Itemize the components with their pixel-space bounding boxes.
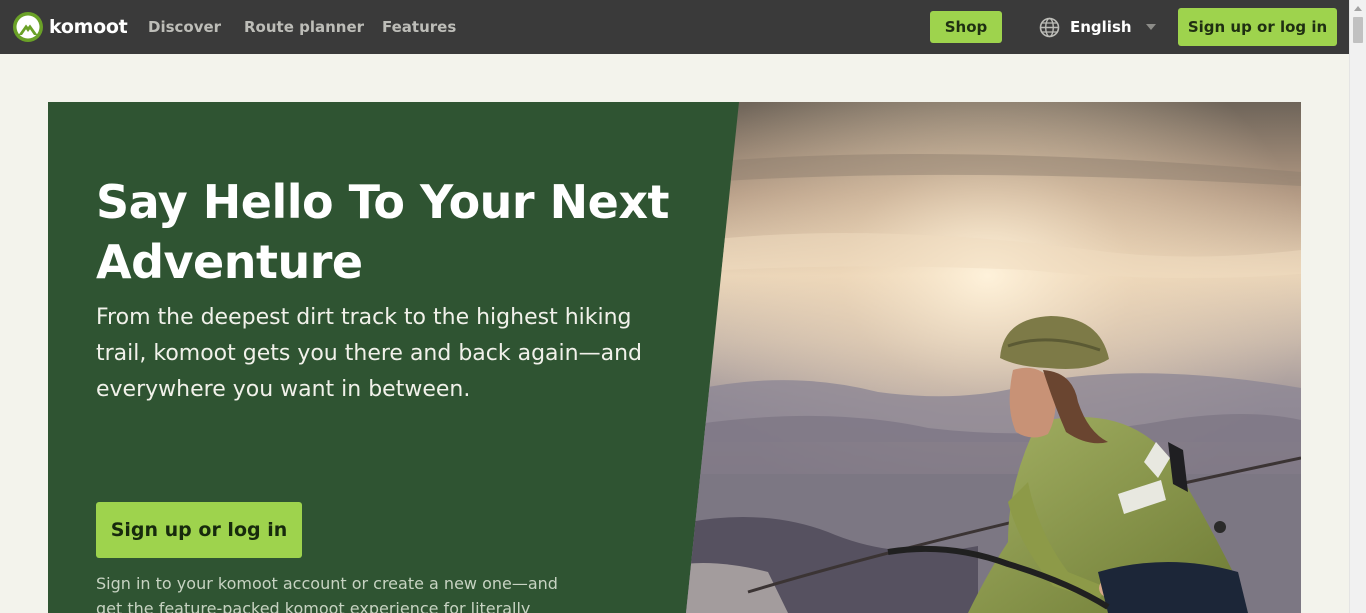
komoot-logo[interactable]: komoot: [12, 11, 128, 43]
nav-link-features[interactable]: Features: [382, 18, 456, 36]
nav-link-discover[interactable]: Discover: [148, 18, 221, 36]
signup-login-button[interactable]: Sign up or log in: [1178, 8, 1337, 46]
scroll-thumb[interactable]: [1353, 17, 1363, 43]
language-label: English: [1070, 18, 1132, 36]
page-scrollbar[interactable]: [1349, 0, 1366, 613]
language-selector[interactable]: English: [1039, 15, 1156, 39]
hero-signin-note: Sign in to your komoot account or create…: [96, 574, 558, 613]
shop-button[interactable]: Shop: [930, 11, 1002, 43]
komoot-mountain-logo-icon: [13, 12, 43, 42]
logo-text: komoot: [49, 16, 128, 38]
globe-icon: [1039, 17, 1060, 37]
scroll-up-arrow-icon[interactable]: [1354, 6, 1362, 11]
top-navigation-bar: komoot Discover Route planner Features S…: [0, 0, 1349, 54]
hero-description: From the deepest dirt track to the highe…: [96, 305, 642, 402]
caret-down-icon: [1145, 24, 1156, 30]
hero-title: Say Hello To Your Next Adventure: [96, 175, 669, 289]
hero-signup-button[interactable]: Sign up or log in: [96, 502, 302, 558]
hero-banner: Say Hello To Your Next Adventure From th…: [48, 102, 1301, 613]
nav-link-route-planner[interactable]: Route planner: [244, 18, 364, 36]
